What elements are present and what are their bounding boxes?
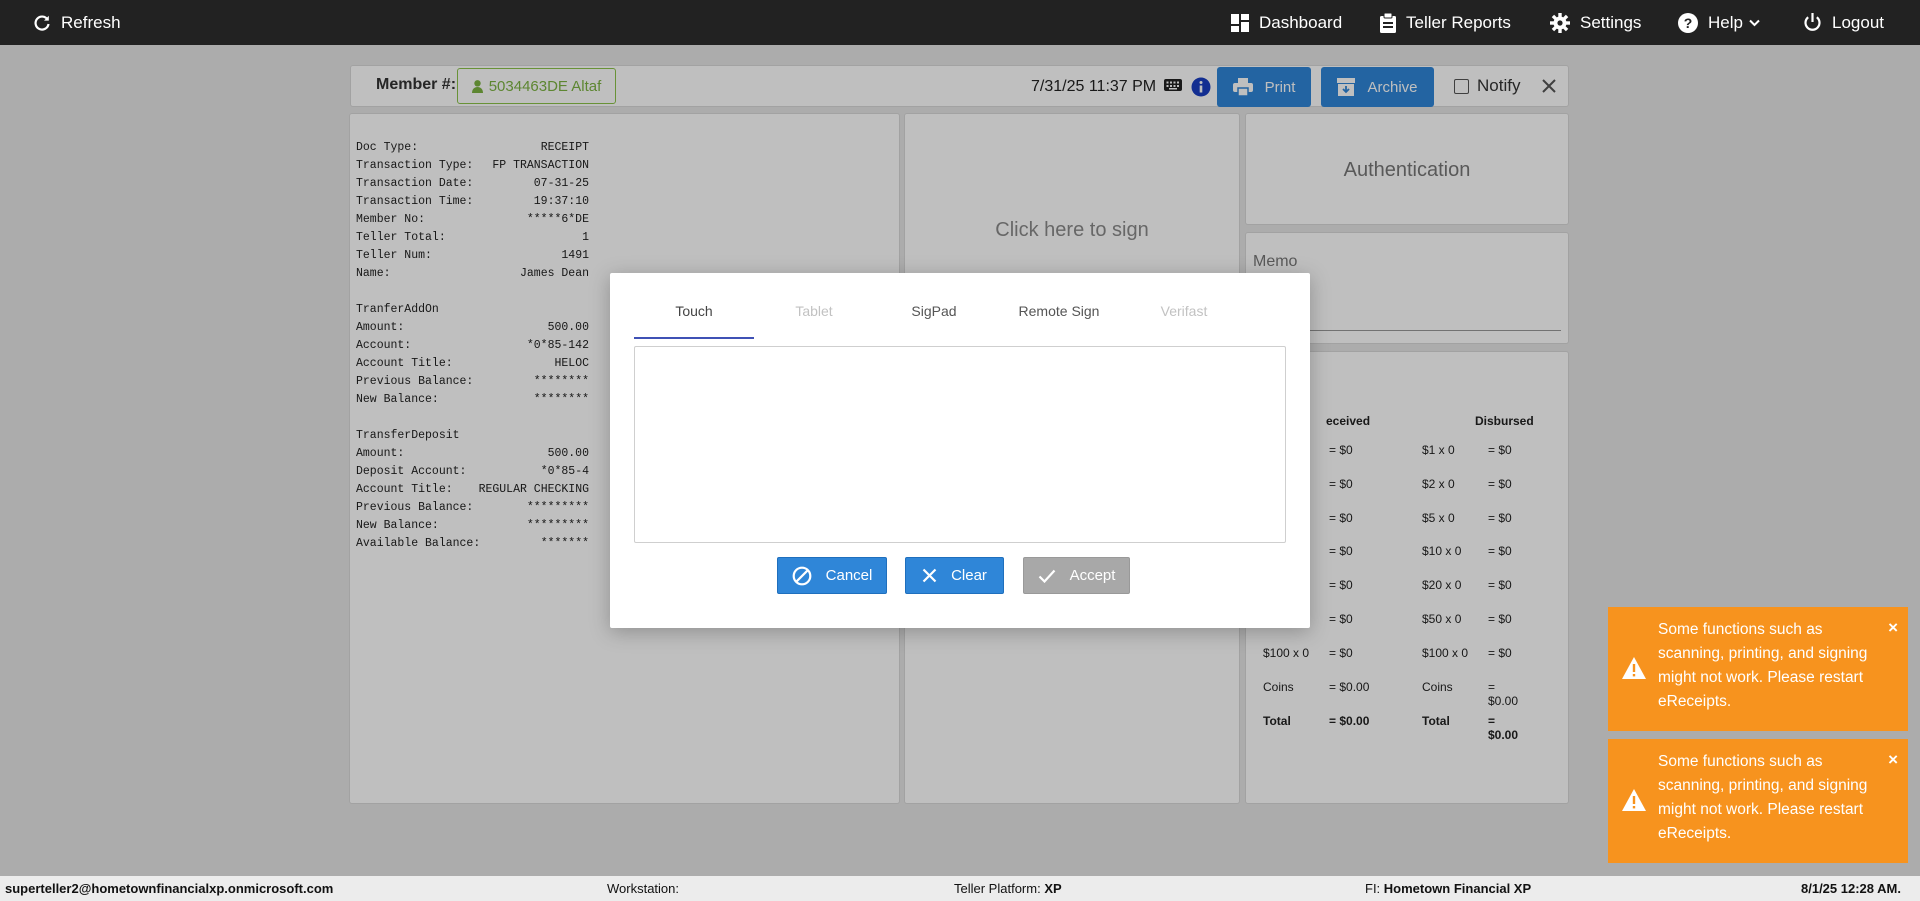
footer-datetime: 8/1/25 12:28 AM. — [1801, 881, 1901, 896]
nav-dashboard[interactable]: Dashboard — [1231, 0, 1342, 45]
tab-remote-sign[interactable]: Remote Sign — [994, 303, 1124, 339]
cancel-label: Cancel — [825, 567, 873, 584]
nav-logout[interactable]: Logout — [1803, 0, 1884, 45]
footer-platform: Teller Platform: XP — [954, 881, 1062, 896]
help-icon: ? — [1678, 12, 1698, 33]
accept-label: Accept — [1069, 567, 1116, 584]
signature-method-tabs: Touch Tablet SigPad Remote Sign Verifast — [634, 303, 1260, 339]
signature-modal: Touch Tablet SigPad Remote Sign Verifast… — [610, 273, 1310, 628]
gear-icon — [1550, 12, 1570, 33]
top-navbar: Refresh Dashboard Teller Reports Setting… — [0, 0, 1920, 45]
nav-settings[interactable]: Settings — [1550, 0, 1641, 45]
fi-label: FI: — [1365, 881, 1381, 896]
signature-canvas[interactable] — [634, 346, 1286, 543]
tab-tablet: Tablet — [795, 303, 833, 319]
ban-icon — [792, 566, 812, 585]
clear-button[interactable]: Clear — [905, 557, 1004, 594]
settings-label: Settings — [1580, 12, 1642, 32]
refresh-button[interactable]: Refresh — [33, 0, 121, 45]
clear-label: Clear — [951, 567, 987, 584]
logout-label: Logout — [1832, 12, 1884, 32]
toast-close-icon[interactable]: × — [1888, 619, 1898, 636]
clipboard-icon — [1380, 12, 1396, 33]
footer-user: superteller2@hometownfinancialxp.onmicro… — [5, 881, 334, 896]
nav-help[interactable]: ? Help — [1678, 0, 1760, 45]
dashboard-label: Dashboard — [1259, 12, 1343, 32]
toast-close-icon[interactable]: × — [1888, 751, 1898, 768]
fi-value: Hometown Financial XP — [1383, 881, 1532, 896]
footer-workstation: Workstation: — [607, 881, 679, 896]
footer-fi: FI: Hometown Financial XP — [1365, 881, 1531, 896]
warning-icon — [1622, 789, 1646, 811]
chevron-down-icon — [1749, 19, 1760, 26]
workstation-label: Workstation: — [607, 881, 680, 896]
dashboard-icon — [1231, 13, 1249, 32]
nav-teller-reports[interactable]: Teller Reports — [1380, 0, 1511, 45]
tab-touch[interactable]: Touch — [634, 303, 754, 339]
tab-sigpad[interactable]: SigPad — [874, 303, 994, 339]
help-label: Help — [1708, 12, 1743, 32]
teller-reports-label: Teller Reports — [1406, 12, 1511, 32]
platform-label: Teller Platform: — [954, 881, 1041, 896]
x-icon — [922, 568, 937, 583]
refresh-icon — [34, 14, 50, 31]
check-icon — [1038, 569, 1055, 583]
warning-toast: Some functions such as scanning, printin… — [1608, 607, 1908, 731]
toast-message: Some functions such as scanning, printin… — [1658, 621, 1868, 710]
tab-verifast: Verifast — [1160, 303, 1208, 319]
status-footer: superteller2@hometownfinancialxp.onmicro… — [0, 876, 1920, 901]
toast-message: Some functions such as scanning, printin… — [1658, 753, 1868, 842]
cancel-button[interactable]: Cancel — [777, 557, 887, 594]
refresh-label: Refresh — [61, 12, 121, 32]
warning-toast: Some functions such as scanning, printin… — [1608, 739, 1908, 863]
platform-value: XP — [1044, 881, 1062, 896]
warning-icon — [1622, 657, 1646, 679]
svg-text:?: ? — [1684, 15, 1693, 31]
power-icon — [1804, 13, 1821, 31]
accept-button: Accept — [1023, 557, 1130, 594]
